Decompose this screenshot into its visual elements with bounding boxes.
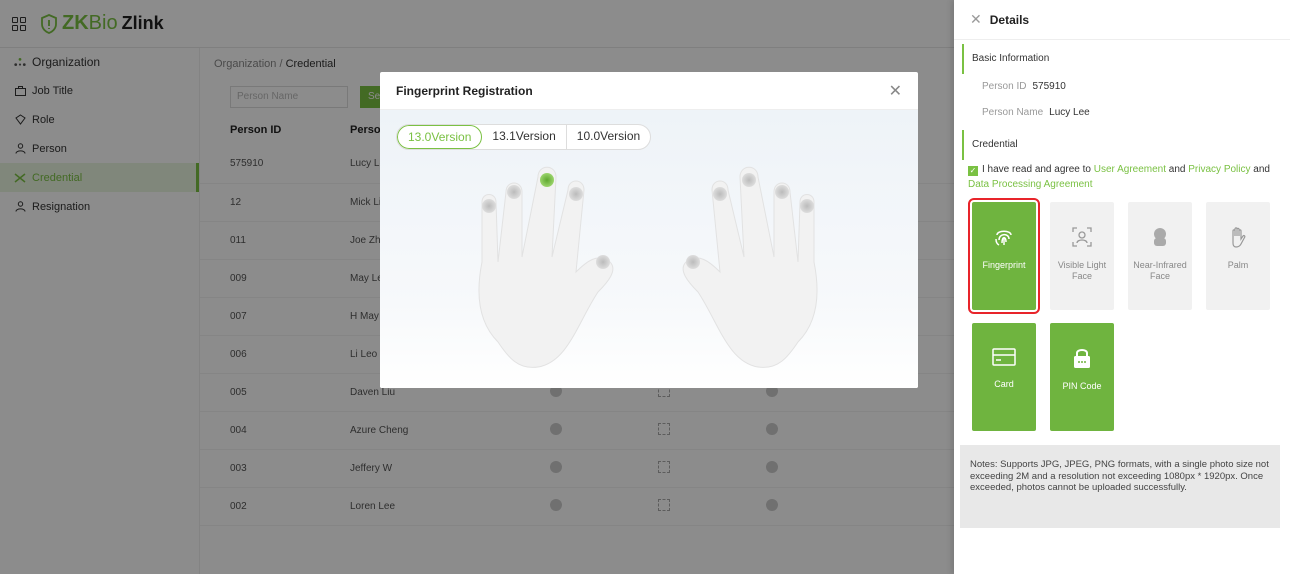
person-name-label: Person Name — [982, 107, 1044, 118]
right-middle-fingerprint-icon[interactable] — [742, 173, 756, 187]
fingerprint-registration-dialog: Fingerprint Registration ✕ 13.0Version 1… — [380, 72, 918, 388]
palm-credential-button[interactable]: Palm — [1206, 202, 1270, 310]
close-icon[interactable]: ✕ — [889, 81, 902, 101]
tab-10-0-version[interactable]: 10.0Version — [567, 125, 650, 149]
dialog-title: Fingerprint Registration — [396, 83, 533, 98]
hands-illustration — [478, 166, 818, 368]
visible-light-face-label: Visible Light Face — [1057, 260, 1107, 281]
fingerprint-label: Fingerprint — [982, 260, 1026, 270]
details-header: ✕ Details — [954, 0, 1290, 40]
tab-13-1-version[interactable]: 13.1Version — [482, 125, 567, 149]
near-infrared-face-credential-button[interactable]: Near-Infrared Face — [1128, 202, 1192, 310]
data-processing-agreement-link[interactable]: Data Processing Agreement — [968, 179, 1093, 190]
left-index-fingerprint-icon[interactable] — [569, 187, 583, 201]
left-hand — [478, 166, 614, 368]
pin-code-credential-button[interactable]: PIN Code — [1050, 323, 1114, 431]
pin-code-label: PIN Code — [1062, 381, 1102, 391]
person-id-label: Person ID — [982, 81, 1027, 92]
right-hand — [682, 166, 818, 368]
agree-text-1: I have read and agree to — [982, 164, 1094, 175]
tab-13-0-version[interactable]: 13.0Version — [397, 125, 483, 149]
agreement-checkbox[interactable]: ✓ — [968, 166, 978, 176]
agree-text-3: and — [1250, 164, 1270, 175]
details-title: Details — [989, 12, 1030, 27]
privacy-policy-link[interactable]: Privacy Policy — [1188, 164, 1250, 175]
card-label: Card — [994, 379, 1014, 389]
palm-label: Palm — [1227, 260, 1249, 270]
person-name-value: Lucy Lee — [1049, 107, 1090, 118]
agreement-checkbox-row: ✓ I have read and agree to User Agreement… — [954, 160, 1290, 192]
right-ring-fingerprint-icon[interactable] — [775, 185, 789, 199]
person-name-field: Person Name Lucy Lee — [954, 100, 1290, 126]
left-thumb-fingerprint-icon[interactable] — [596, 255, 610, 269]
fingerprint-icon — [995, 230, 1012, 246]
user-agreement-link[interactable]: User Agreement — [1094, 164, 1166, 175]
card-icon — [992, 348, 1016, 366]
left-middle-fingerprint-icon[interactable] — [540, 173, 554, 187]
face-scan-icon — [1072, 227, 1092, 247]
close-icon[interactable]: ✕ — [970, 11, 982, 28]
visible-light-face-credential-button[interactable]: Visible Light Face — [1050, 202, 1114, 310]
right-thumb-fingerprint-icon[interactable] — [686, 255, 700, 269]
dialog-body: 13.0Version 13.1Version 10.0Version — [380, 110, 918, 388]
section-basic-information: Basic Information — [962, 44, 1290, 74]
palm-icon — [1232, 227, 1246, 248]
person-id-field: Person ID 575910 — [954, 74, 1290, 100]
fingerprint-credential-button[interactable]: Fingerprint — [968, 198, 1040, 314]
version-tabs: 13.0Version 13.1Version 10.0Version — [396, 124, 652, 150]
right-pinky-fingerprint-icon[interactable] — [800, 199, 814, 213]
photo-upload-notes: Notes: Supports JPG, JPEG, PNG formats, … — [960, 445, 1280, 528]
lock-icon — [1074, 349, 1090, 368]
person-id-value: 575910 — [1032, 81, 1066, 92]
left-ring-fingerprint-icon[interactable] — [507, 185, 521, 199]
agree-text-2: and — [1166, 164, 1189, 175]
near-infrared-face-label: Near-Infrared Face — [1133, 260, 1187, 281]
infrared-face-icon — [1154, 228, 1166, 246]
dialog-header: Fingerprint Registration ✕ — [380, 72, 918, 110]
left-pinky-fingerprint-icon[interactable] — [482, 199, 496, 213]
right-index-fingerprint-icon[interactable] — [713, 187, 727, 201]
card-credential-button[interactable]: Card — [972, 323, 1036, 431]
section-credential: Credential — [962, 130, 1290, 160]
